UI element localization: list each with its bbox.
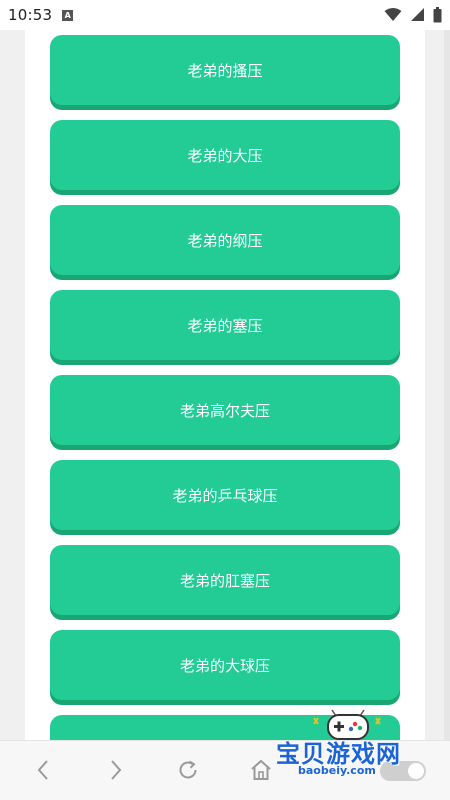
button-list: 老弟的搔压 老弟的大压 老弟的纲压 老弟的塞压 老弟高尔夫压 老弟的乒乓球压 老… (50, 35, 400, 740)
menu-button-1[interactable]: 老弟的搔压 (50, 35, 400, 105)
menu-button-8[interactable]: 老弟的大球压 (50, 630, 400, 700)
menu-button-7[interactable]: 老弟的肛塞压 (50, 545, 400, 615)
refresh-button[interactable] (173, 755, 203, 785)
home-button[interactable] (246, 755, 276, 785)
back-button[interactable] (28, 755, 58, 785)
status-time: 10:53 (8, 6, 53, 24)
status-bar: 10:53 A (0, 0, 450, 30)
signal-icon (411, 8, 424, 21)
content-scroll-area[interactable]: 老弟的搔压 老弟的大压 老弟的纲压 老弟的塞压 老弟高尔夫压 老弟的乒乓球压 老… (25, 30, 425, 740)
menu-button-2[interactable]: 老弟的大压 (50, 120, 400, 190)
home-icon (251, 759, 271, 780)
scroll-shadow (444, 30, 450, 740)
menu-button-3[interactable]: 老弟的纲压 (50, 205, 400, 275)
back-icon (37, 760, 48, 780)
notification-a-icon: A (62, 9, 74, 21)
battery-icon (433, 7, 442, 23)
watermark: 宝贝游戏网 baobeiy.com (276, 704, 426, 780)
page-frame: 老弟的搔压 老弟的大压 老弟的纲压 老弟的塞压 老弟高尔夫压 老弟的乒乓球压 老… (0, 30, 450, 740)
watermark-domain: baobeiy.com (298, 764, 376, 777)
wifi-icon (384, 8, 402, 21)
menu-button-5[interactable]: 老弟高尔夫压 (50, 375, 400, 445)
menu-button-6[interactable]: 老弟的乒乓球压 (50, 460, 400, 530)
refresh-icon (179, 760, 197, 779)
forward-button[interactable] (101, 755, 131, 785)
status-icons (384, 7, 442, 23)
forward-icon (111, 760, 122, 780)
menu-button-4[interactable]: 老弟的塞压 (50, 290, 400, 360)
